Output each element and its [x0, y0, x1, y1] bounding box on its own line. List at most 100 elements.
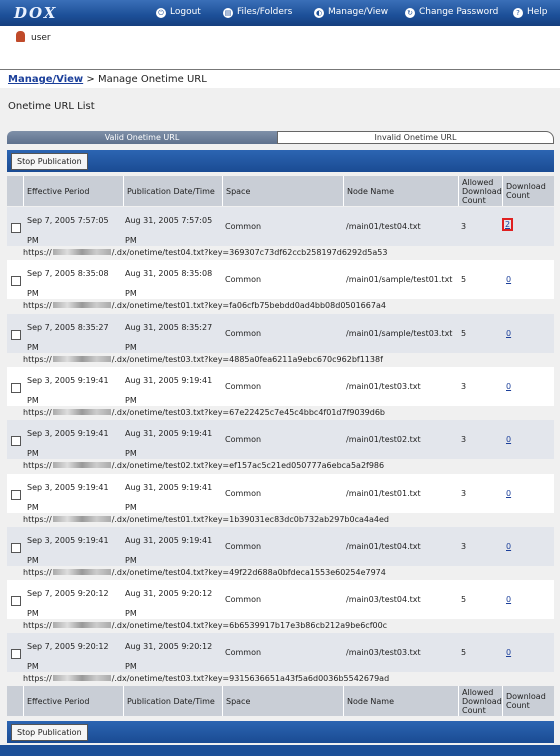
header-allowed-download-count[interactable]: Allowed Download Count: [458, 176, 502, 206]
effective-period-cell: Sep 7, 2005 9:20:12 PM: [27, 642, 109, 672]
download-count-link[interactable]: 0: [506, 648, 511, 657]
row-checkbox[interactable]: [11, 223, 21, 233]
effective-period-cell: Sep 3, 2005 9:19:41 PM: [27, 375, 109, 405]
onetime-url[interactable]: https:///.dx/onetime/test04.txt?key=3693…: [23, 248, 387, 257]
dox-logo: DOX: [14, 4, 58, 22]
effective-period-cell: Sep 7, 2005 8:35:27 PM: [27, 322, 109, 352]
publication-date-cell: Aug 31, 2005 9:19:41 PM: [125, 535, 213, 565]
node-name-cell: /main01/sample/test03.txt: [346, 328, 453, 338]
publication-date-cell: Aug 31, 2005 7:57:05 PM: [125, 216, 213, 245]
top-navigation-bar: DOX ⏻ Logout ▤ Files/Folders ◐ Manage/View …: [0, 0, 560, 26]
masked-hostname: [52, 675, 111, 682]
header-publication-date[interactable]: Publication Date/Time: [123, 176, 222, 206]
help-link[interactable]: ? Help: [513, 7, 548, 18]
manage-view-icon: ◐: [314, 8, 324, 18]
allowed-count-cell: 3: [461, 435, 467, 445]
footer-node-name[interactable]: Node Name: [343, 686, 458, 716]
allowed-count-cell: 5: [461, 648, 467, 658]
effective-period-cell: Sep 7, 2005 7:57:05 PM: [27, 216, 109, 245]
tab-valid-onetime-url[interactable]: Valid Onetime URL: [7, 131, 277, 144]
node-name-cell: /main01/sample/test01.txt: [346, 275, 453, 285]
space-cell: Common: [225, 435, 262, 445]
onetime-url[interactable]: https:///.dx/onetime/test03.txt?key=9315…: [23, 674, 389, 683]
onetime-url[interactable]: https:///.dx/onetime/test04.txt?key=49f2…: [23, 568, 386, 577]
masked-hostname: [52, 302, 111, 309]
bottom-bar: [0, 745, 560, 756]
header-effective-period[interactable]: Effective Period: [23, 176, 123, 206]
allowed-count-cell: 3: [461, 488, 467, 498]
publication-date-cell: Aug 31, 2005 9:20:12 PM: [125, 589, 213, 619]
breadcrumb-separator: >: [86, 74, 95, 85]
table-row: Sep 7, 2005 7:57:05 PM Aug 31, 2005 7:57:0…: [7, 207, 554, 260]
header-node-name[interactable]: Node Name: [343, 176, 458, 206]
download-count-link[interactable]: 0: [506, 275, 511, 284]
page-title: Onetime URL List: [8, 101, 95, 112]
row-checkbox[interactable]: [11, 382, 21, 393]
header-download-count[interactable]: Download Count: [502, 176, 554, 206]
download-count-link[interactable]: 0: [506, 435, 511, 444]
row-checkbox[interactable]: [11, 489, 21, 500]
onetime-url[interactable]: https:///.dx/onetime/test03.txt?key=4885…: [23, 355, 383, 364]
space-cell: Common: [225, 488, 262, 498]
current-user: user: [16, 31, 51, 43]
row-checkbox[interactable]: [11, 542, 21, 553]
stop-publication-button-bottom[interactable]: Stop Publication: [11, 724, 88, 741]
node-name-cell: /main03/test03.txt: [346, 648, 421, 658]
table-row: Sep 7, 2005 9:20:12 PM Aug 31, 2005 9:20:1…: [7, 580, 554, 633]
allowed-count-cell: 5: [461, 328, 467, 338]
space-cell: Common: [225, 648, 262, 658]
effective-period-cell: Sep 3, 2005 9:19:41 PM: [27, 482, 109, 512]
tab-invalid-onetime-url[interactable]: Invalid Onetime URL: [277, 131, 554, 144]
row-checkbox[interactable]: [11, 329, 21, 340]
download-count-link[interactable]: 2: [501, 218, 514, 231]
masked-hostname: [52, 408, 111, 415]
onetime-url[interactable]: https:///.dx/onetime/test03.txt?key=67e2…: [23, 408, 385, 417]
files-folders-link[interactable]: ▤ Files/Folders: [223, 7, 292, 18]
download-count-link[interactable]: 0: [506, 542, 511, 551]
onetime-url[interactable]: https:///.dx/onetime/test04.txt?key=6b65…: [23, 621, 387, 630]
breadcrumb-manage-view-link[interactable]: Manage/View: [8, 74, 83, 85]
space-cell: Common: [225, 381, 262, 391]
footer-allowed-download-count[interactable]: Allowed Download Count: [458, 686, 502, 716]
table-row: Sep 7, 2005 8:35:27 PM Aug 31, 2005 8:35:2…: [7, 313, 554, 367]
change-password-link[interactable]: ↻ Change Password: [405, 7, 498, 18]
logout-icon: ⏻: [156, 8, 166, 18]
table-row: Sep 7, 2005 9:20:12 PM Aug 31, 2005 9:20:1…: [7, 633, 554, 686]
download-count-link[interactable]: 0: [506, 489, 511, 498]
table-footer-header: Effective Period Publication Date/Time S…: [7, 686, 554, 716]
row-checkbox[interactable]: [11, 596, 21, 607]
breadcrumb-current: Manage Onetime URL: [97, 74, 207, 85]
stop-publication-button[interactable]: Stop Publication: [11, 153, 88, 170]
masked-hostname: [52, 568, 111, 575]
download-count-link[interactable]: 0: [506, 595, 511, 604]
publication-date-cell: Aug 31, 2005 9:19:41 PM: [125, 482, 213, 512]
footer-space[interactable]: Space: [222, 686, 343, 716]
node-name-cell: /main01/test02.txt: [346, 435, 421, 445]
download-count-link[interactable]: 0: [506, 382, 511, 391]
footer-download-count[interactable]: Download Count: [502, 686, 554, 716]
row-checkbox[interactable]: [11, 649, 21, 660]
logout-link[interactable]: ⏻ Logout: [156, 7, 201, 18]
node-name-cell: /main01/test03.txt: [346, 381, 421, 391]
masked-hostname: [52, 515, 111, 522]
footer-effective-period[interactable]: Effective Period: [23, 686, 123, 716]
footer-publication-date[interactable]: Publication Date/Time: [123, 686, 222, 716]
header-space[interactable]: Space: [222, 176, 343, 206]
effective-period-cell: Sep 7, 2005 9:20:12 PM: [27, 589, 109, 619]
download-count-link[interactable]: 0: [506, 329, 511, 338]
row-checkbox[interactable]: [11, 436, 21, 447]
masked-hostname: [52, 249, 111, 255]
footer-checkbox-column: [7, 686, 23, 716]
onetime-url[interactable]: https:///.dx/onetime/test02.txt?key=ef15…: [23, 461, 384, 470]
table-header: Effective Period Publication Date/Time S…: [7, 176, 554, 206]
row-checkbox[interactable]: [11, 276, 21, 287]
user-avatar-icon: [16, 31, 25, 42]
manage-view-link[interactable]: ◐ Manage/View: [314, 7, 388, 18]
publication-date-cell: Aug 31, 2005 8:35:08 PM: [125, 269, 213, 299]
top-action-bar: Stop Publication: [7, 150, 554, 172]
onetime-url[interactable]: https:///.dx/onetime/test01.txt?key=1b39…: [23, 515, 389, 524]
allowed-count-cell: 5: [461, 595, 467, 605]
files-folders-icon: ▤: [223, 8, 233, 18]
onetime-url[interactable]: https:///.dx/onetime/test01.txt?key=fa06…: [23, 301, 386, 310]
masked-hostname: [52, 355, 111, 362]
